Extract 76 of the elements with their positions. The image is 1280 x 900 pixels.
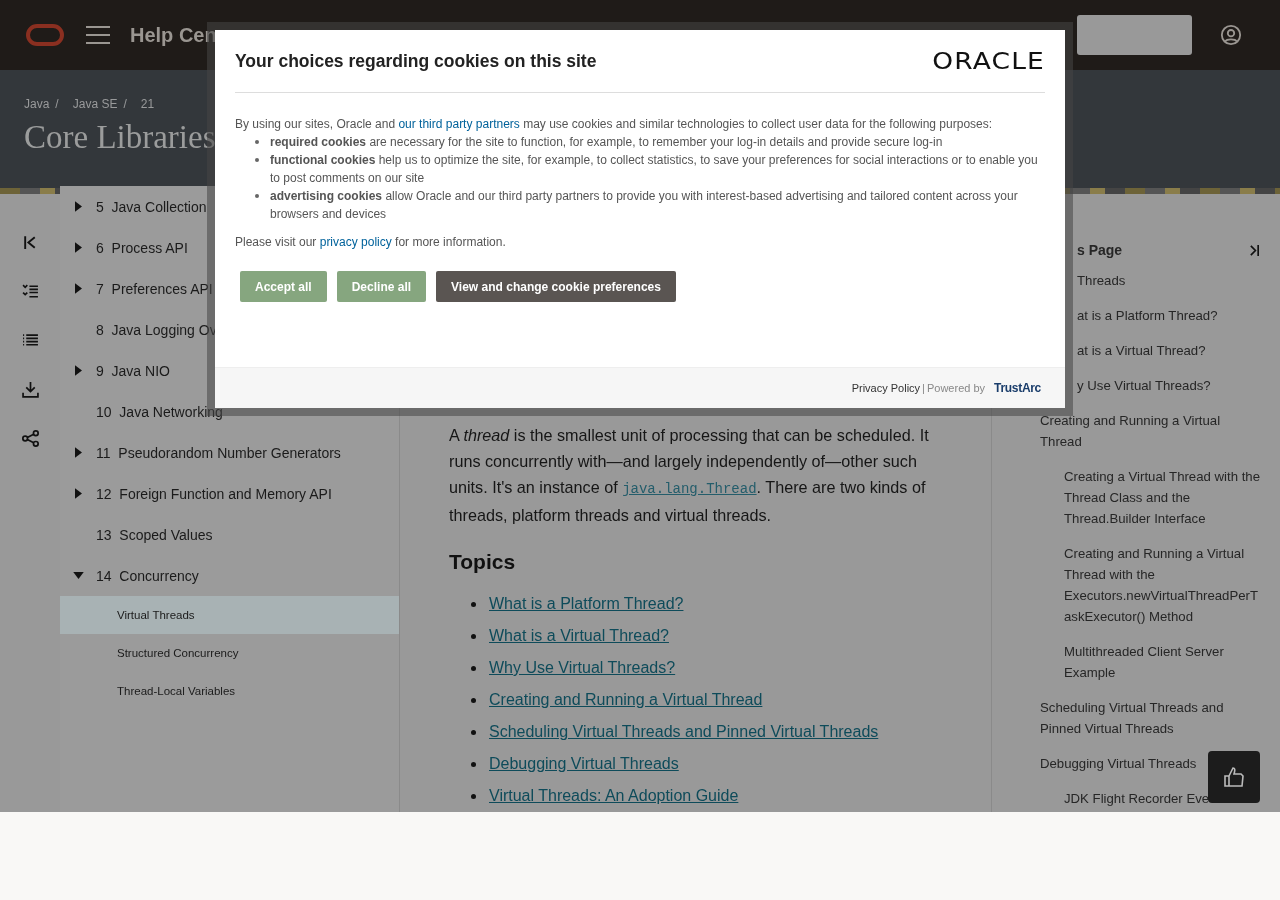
dialog-text: Please visit our privacy policy for more information. — [235, 234, 507, 251]
intro-paragraph: A thread is the smallest unit of processing that can be scheduled. It runs concurrently with—and largely independently of—other such units. It's an instance of java.lang.Thread. There are two kinds of threads, platform threads and virtual threads. — [449, 425, 930, 526]
toc-link[interactable]: Creating and Running a Virtual Thread with the Executors.newVirtualThreadPerTaskExecutor() Method — [1040, 543, 1260, 627]
tree-item[interactable]: 10 Java Networking — [96, 403, 223, 420]
toc-link[interactable]: Debugging Virtual Threads — [1040, 753, 1197, 774]
bullet-icon — [255, 140, 259, 144]
toc-link[interactable]: Scheduling Virtual Threads and Pinned Virtual Threads — [1040, 697, 1260, 739]
site-title[interactable]: Help Cen — [130, 23, 217, 47]
tree-subitem[interactable]: Thread-Local Variables — [60, 672, 399, 710]
powered-by-text: Powered by — [926, 382, 986, 394]
topic-link[interactable]: Scheduling Virtual Threads and Pinned Virtual Threads — [489, 723, 879, 741]
caret-icon[interactable] — [75, 447, 82, 458]
menu-icon[interactable] — [86, 26, 110, 44]
dialog-text: By using our sites, Oracle and our third party partners may use cookies and similar technologies to collect user data for the following purposes: — [235, 116, 994, 133]
privacy-policy-link[interactable]: Privacy Policy — [851, 382, 921, 394]
search-field[interactable] — [1077, 15, 1192, 55]
partners-link[interactable]: our third party partners — [398, 117, 520, 131]
cookie-button[interactable]: View and change cookie preferences — [436, 271, 676, 302]
tree-item[interactable]: 5 Java Collection — [96, 198, 207, 215]
tree-item[interactable]: 9 Java NIO — [96, 362, 170, 379]
topic-link[interactable]: What is a Virtual Thread? — [489, 627, 669, 645]
bullet-icon — [471, 761, 476, 767]
page-title: Core Libraries — [24, 119, 216, 156]
dialog-title: Your choices regarding cookies on this site — [235, 50, 597, 72]
toc-link[interactable]: Multithreaded Client Server Example — [1040, 641, 1260, 683]
caret-icon[interactable] — [75, 488, 82, 499]
tree-subitem[interactable]: Structured Concurrency — [60, 634, 399, 672]
bullet-icon — [471, 697, 476, 703]
caret-icon[interactable] — [75, 365, 82, 376]
bullet-icon — [471, 793, 476, 799]
section-heading: Topics — [449, 550, 517, 574]
breadcrumb-link[interactable]: 21 — [140, 97, 155, 111]
tree-item[interactable]: 6 Process API — [96, 239, 188, 256]
privacy-link[interactable]: privacy policy — [319, 235, 392, 249]
tree-item[interactable]: 11 Pseudorandom Number Generators — [96, 444, 341, 461]
bullet-icon — [255, 158, 259, 162]
tree-item[interactable]: 13 Scoped Values — [96, 526, 213, 543]
caret-icon[interactable] — [73, 572, 84, 579]
toc-link[interactable]: JDK Flight Recorder Eve — [1040, 788, 1210, 809]
purpose-text: required cookies are necessary for the site to function, for example, to remember your log-in details and provide secure log-in — [270, 134, 943, 151]
topic-link[interactable]: Virtual Threads: An Adoption Guide — [489, 787, 739, 805]
tree-item[interactable]: 14 Concurrency — [96, 567, 199, 584]
toc-link[interactable]: Creating and Running a Virtual Thread — [1040, 410, 1260, 452]
bullet-icon — [471, 729, 476, 735]
bullet-icon — [255, 194, 259, 198]
checklist-icon[interactable] — [21, 283, 39, 300]
breadcrumb-separator: / — [123, 97, 127, 111]
topic-link[interactable]: What is a Platform Thread? — [489, 595, 684, 613]
purpose-text: advertising cookies allow Oracle and our third party partners to provide you with interest-based advertising and tailored content across your browsers and devices — [270, 188, 1019, 223]
toc-link[interactable]: Creating a Virtual Thread with the Thread Class and the Thread.Builder Interface — [1040, 466, 1260, 529]
share-icon[interactable] — [21, 430, 39, 447]
tree-item[interactable]: 7 Preferences API — [96, 280, 213, 297]
feedback-button[interactable] — [1208, 751, 1260, 803]
topic-link[interactable]: Debugging Virtual Threads — [489, 755, 679, 773]
thumbs-up-icon — [1222, 765, 1246, 789]
caret-icon[interactable] — [75, 242, 82, 253]
caret-icon[interactable] — [75, 201, 82, 212]
bullet-icon — [471, 633, 476, 639]
download-icon[interactable] — [21, 381, 39, 398]
breadcrumb-link[interactable]: Java — [24, 97, 50, 111]
user-icon[interactable] — [1220, 24, 1242, 46]
brand-logo: TrustArc — [994, 381, 1041, 395]
bullet-icon — [471, 601, 476, 607]
bullet-icon — [471, 665, 476, 671]
topic-link[interactable]: Creating and Running a Virtual Thread — [489, 691, 763, 709]
tree-item[interactable]: 12 Foreign Function and Memory API — [96, 485, 332, 502]
breadcrumb-separator: / — [55, 97, 59, 111]
topic-link[interactable]: Why Use Virtual Threads? — [489, 659, 676, 677]
separator-text: | — [922, 382, 925, 394]
breadcrumb-link[interactable]: Java SE — [72, 97, 118, 111]
caret-icon[interactable] — [75, 283, 82, 294]
brand-logo: ORACLE — [932, 48, 1045, 74]
tree-subitem[interactable]: Virtual Threads — [60, 596, 399, 634]
toc-heading: s Page — [1076, 242, 1123, 258]
list-icon[interactable] — [21, 332, 39, 349]
expand-icon[interactable] — [1249, 243, 1260, 257]
